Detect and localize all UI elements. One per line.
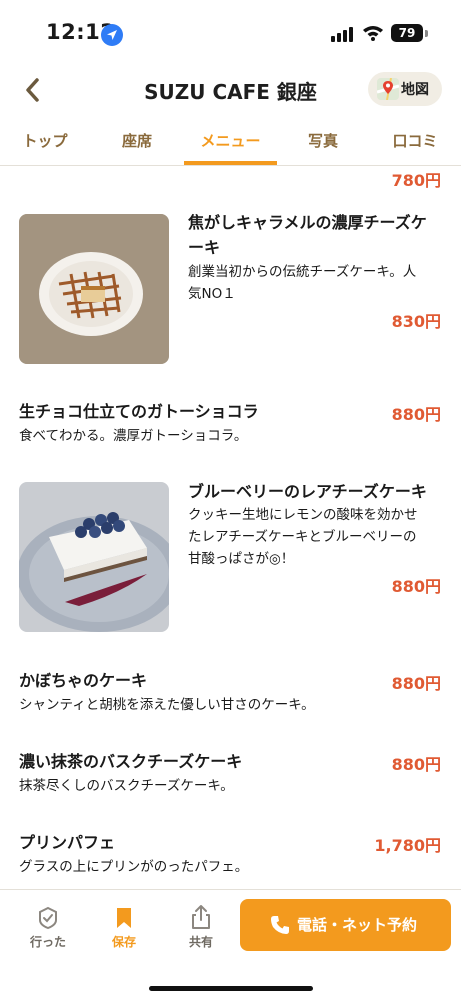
location-arrow-icon [101,24,123,46]
tab-bar: トップ 座席 メニュー 写真 口コミ [0,124,461,166]
menu-item-name: ブルーベリーのレアチーズケーキ [188,482,427,501]
tab-photos[interactable]: 写真 [278,130,368,166]
home-indicator[interactable] [149,986,313,991]
menu-item-desc: 創業当初からの伝統チーズケーキ。人 [188,264,417,280]
menu-item-name: 生チョコ仕立てのガトーショコラ [19,402,259,421]
menu-item-name: かぼちゃのケーキ [19,671,148,690]
menu-item-price: 880円 [391,405,441,424]
tab-top[interactable]: トップ [0,130,90,166]
share-label: 共有 [188,935,213,949]
menu-item-price: 880円 [391,755,441,774]
share-button[interactable]: 共有 [175,904,227,950]
menu-item-price: 880円 [391,674,441,693]
bookmark-icon [117,908,131,928]
menu-item-name: 焦がしキャラメルの濃厚チーズケ [188,213,427,232]
menu-item-desc: クッキー生地にレモンの酸味を効かせ [188,507,418,523]
menu-item-desc: 抹茶尽くしのバスクチーズケーキ。 [19,778,234,794]
reserve-button[interactable]: 電話・ネット予約 [240,899,451,951]
header: SUZU CAFE 銀座 地図 [0,64,461,116]
check-badge-icon [39,906,57,930]
menu-list: 780円 焦がしキャラメルの濃厚チーズケ ーキ 創業当初からの伝統チーズケーキ。… [0,167,461,889]
save-button[interactable]: 保存 [98,904,150,950]
save-label: 保存 [111,935,136,949]
caramel-cheesecake-photo[interactable] [19,214,169,364]
menu-item-desc: 食べてわかる。濃厚ガトーショコラ。 [19,428,248,444]
phone-icon [271,916,289,934]
battery-tip [425,30,428,37]
tab-seats[interactable]: 座席 [92,130,182,166]
menu-item-name: プリンパフェ [19,833,116,852]
tab-reviews[interactable]: 口コミ [370,130,460,166]
prev-item-price: 780円 [391,171,441,190]
menu-item-name: 濃い抹茶のバスクチーズケーキ [19,752,243,771]
wifi-icon [363,26,383,41]
menu-item-price: 880円 [391,577,441,596]
map-button-label: 地図 [401,82,429,98]
share-icon [192,905,210,929]
map-pin-icon [377,78,399,100]
menu-item-price: 1,780円 [374,836,441,855]
bottom-action-bar: 行った 保存 共有 電話・ネット予約 [0,889,461,1000]
reserve-button-label: 電話・ネット予約 [297,916,418,934]
menu-item-desc-cont: たレアチーズケーキとブルーベリーの [188,529,417,545]
blueberry-cheesecake-photo[interactable] [19,482,169,632]
active-tab-indicator [184,161,277,165]
menu-item-desc-cont: 気NO１ [188,286,236,302]
menu-item-name-cont: ーキ [188,238,221,257]
menu-item-price: 830円 [391,312,441,331]
menu-item-desc: グラスの上にプリンがのったパフェ。 [19,859,249,875]
cellular-signal-icon [331,26,355,42]
went-label: 行った [29,935,66,949]
menu-item-desc-cont: 甘酸っぱさが◎！ [188,551,295,567]
battery-indicator: 79 [391,24,423,42]
status-bar: 12:12 79 [0,0,461,64]
menu-item-desc: シャンティと胡桃を添えた優しい甘さのケーキ。 [19,697,315,713]
went-button[interactable]: 行った [22,904,74,950]
map-button[interactable]: 地図 [368,72,442,106]
